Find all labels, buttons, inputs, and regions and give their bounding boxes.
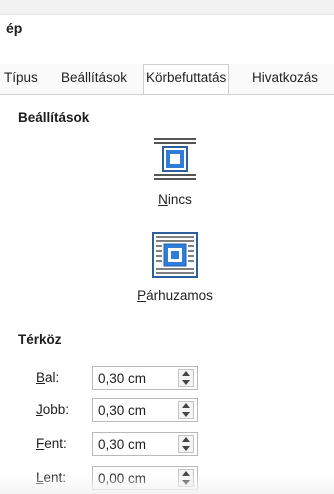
triangle-down-icon bbox=[182, 380, 190, 385]
dialog-title: ép bbox=[6, 20, 23, 36]
wrap-parallel-label-rest: árhuzamos bbox=[146, 288, 213, 303]
dialog-top-edge bbox=[0, 0, 334, 15]
wrap-option-parallel[interactable]: Párhuzamos bbox=[120, 232, 230, 303]
tab-tipus[interactable]: Típus bbox=[4, 70, 38, 85]
spacing-right-increment-button[interactable] bbox=[179, 402, 193, 410]
wrap-none-label[interactable]: Nincs bbox=[120, 192, 230, 207]
spacing-right-spinbox[interactable] bbox=[92, 398, 198, 422]
wrap-parallel-mnemonic: P bbox=[137, 288, 147, 303]
spacing-right-input[interactable] bbox=[98, 401, 164, 419]
tab-hivatkozas[interactable]: Hivatkozás bbox=[252, 70, 318, 85]
wrap-parallel-icon[interactable] bbox=[120, 232, 230, 278]
triangle-up-icon bbox=[182, 371, 190, 376]
spacing-right-label: Jobb: bbox=[36, 402, 70, 417]
spacing-left-input[interactable] bbox=[98, 369, 164, 387]
spacing-right-stepper[interactable] bbox=[178, 401, 194, 419]
spacing-left-spinbox[interactable] bbox=[92, 366, 198, 390]
spacing-top-decrement-button[interactable] bbox=[179, 444, 193, 452]
wrap-option-none[interactable]: Nincs bbox=[120, 136, 230, 207]
spacing-left-label: Bal: bbox=[36, 370, 60, 385]
spacing-top-increment-button[interactable] bbox=[179, 436, 193, 444]
wrap-none-icon[interactable] bbox=[120, 136, 230, 182]
triangle-up-icon bbox=[182, 437, 190, 442]
settings-section-title: Beállítások bbox=[18, 110, 90, 125]
wrap-none-label-rest: incs bbox=[167, 192, 192, 207]
spacing-left-stepper[interactable] bbox=[178, 369, 194, 387]
tab-beallitasok[interactable]: Beállítások bbox=[61, 70, 127, 85]
triangle-up-icon bbox=[182, 403, 190, 408]
spacing-top-label: Fent: bbox=[36, 436, 67, 451]
spacing-top-input[interactable] bbox=[98, 435, 164, 453]
tab-korbefuttatas[interactable]: Körbefuttatás bbox=[143, 64, 230, 94]
spacing-right-decrement-button[interactable] bbox=[179, 410, 193, 418]
tab-bar: Típus Beállítások Körbefuttatás Hivatkoz… bbox=[0, 64, 334, 95]
wrap-parallel-label[interactable]: Párhuzamos bbox=[120, 288, 230, 303]
triangle-down-icon bbox=[182, 412, 190, 417]
wrap-none-mnemonic: N bbox=[158, 192, 168, 207]
triangle-down-icon bbox=[182, 446, 190, 451]
spacing-top-spinbox[interactable] bbox=[92, 432, 198, 456]
spacing-left-decrement-button[interactable] bbox=[179, 378, 193, 386]
spacing-top-stepper[interactable] bbox=[178, 435, 194, 453]
spacing-left-increment-button[interactable] bbox=[179, 370, 193, 378]
spacing-section-title: Térköz bbox=[18, 332, 62, 347]
bottom-fade bbox=[0, 474, 334, 494]
